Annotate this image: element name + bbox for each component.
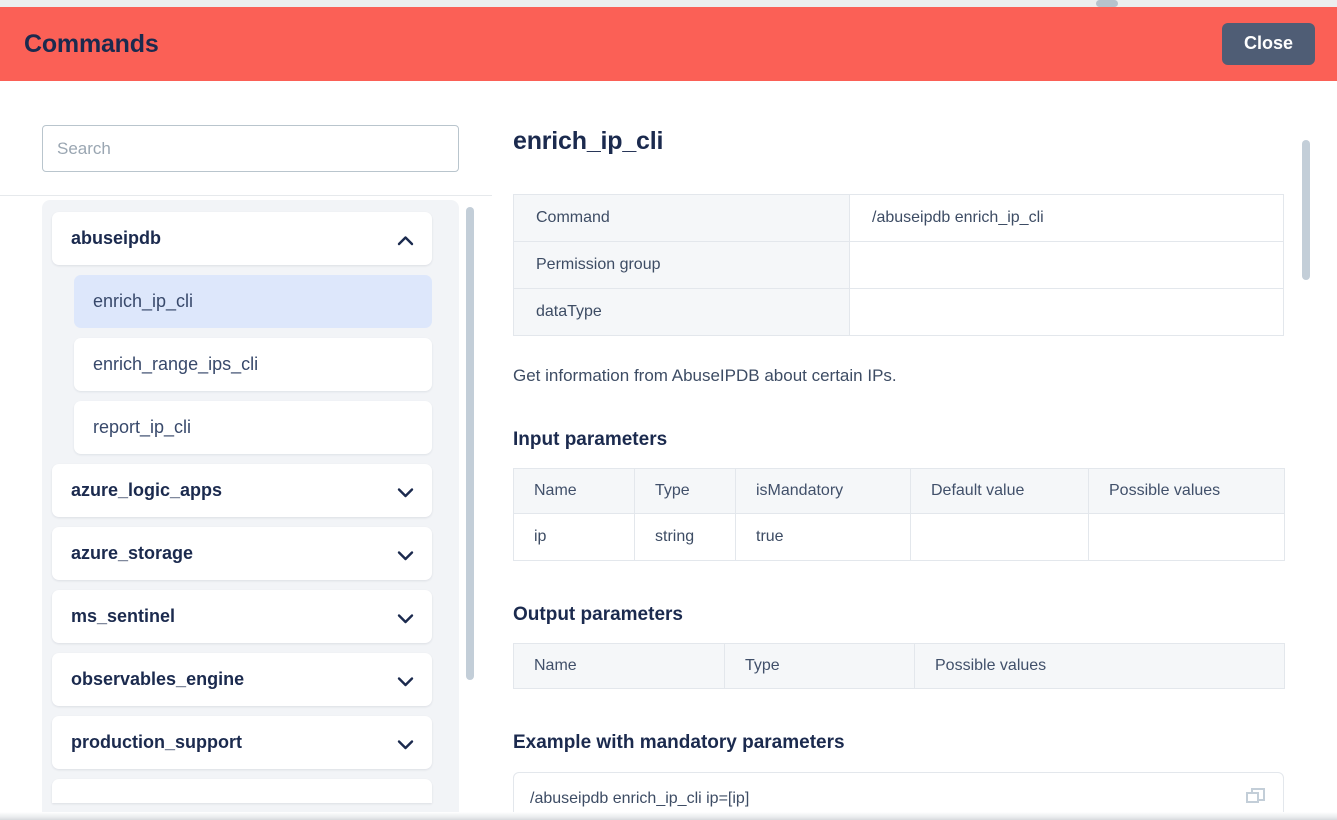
sidebar-scrollbar-thumb[interactable]: [466, 207, 474, 680]
accordion-label: abuseipdb: [71, 228, 162, 248]
command-item-label: enrich_ip_cli: [93, 291, 194, 311]
table-row: Permission group: [513, 241, 1284, 289]
top-scrollbar-track[interactable]: [0, 0, 1337, 7]
command-description: Get information from AbuseIPDB about cer…: [513, 366, 897, 385]
table-row: ip string true: [513, 513, 1285, 561]
command-detail-panel: enrich_ip_cli Command/abuseipdb enrich_i…: [492, 81, 1337, 812]
command-item-enrich_range_ips_cli[interactable]: enrich_range_ips_cli: [74, 338, 432, 391]
table-cell: ip: [513, 513, 635, 561]
command-item-enrich_ip_cli[interactable]: enrich_ip_cli: [74, 275, 432, 328]
search-input[interactable]: [42, 125, 459, 172]
top-scrollbar-thumb[interactable]: [1096, 0, 1118, 7]
table-cell: [1088, 513, 1285, 561]
close-button[interactable]: Close: [1221, 23, 1315, 65]
page-title: Commands: [24, 29, 159, 58]
example-code-text: /abuseipdb enrich_ip_cli ip=[ip]: [530, 790, 750, 807]
chevron-down-icon[interactable]: [397, 611, 414, 624]
modal-header: Commands Close: [0, 7, 1337, 81]
chevron-down-icon[interactable]: [397, 674, 414, 687]
column-header: Type: [724, 643, 915, 689]
commands-list-panel: abuseipdb enrich_ip_cli enrich_range_ips_c…: [42, 200, 459, 812]
accordion-header-abuseipdb[interactable]: abuseipdb: [52, 212, 432, 265]
column-header: Name: [513, 468, 635, 514]
bottom-edge-shadow: [0, 812, 1337, 820]
table-cell: true: [735, 513, 911, 561]
search-zone: [0, 81, 492, 196]
chevron-down-icon[interactable]: [397, 485, 414, 498]
command-item-label: report_ip_cli: [93, 417, 192, 437]
modal-body: abuseipdb enrich_ip_cli enrich_range_ips_c…: [0, 81, 1337, 812]
commands-modal: Commands Close abuseipdbenrich_ip_clienr…: [0, 0, 1337, 820]
table-row: dataType: [513, 288, 1284, 336]
table-cell: [910, 513, 1089, 561]
chevron-down-icon[interactable]: [397, 737, 414, 750]
command-detail-content: enrich_ip_cli Command/abuseipdb enrich_i…: [492, 81, 1292, 812]
accordion-header-azure_logic_apps[interactable]: azure_logic_apps: [52, 464, 432, 517]
accordion-label: production_support: [71, 732, 242, 752]
column-header: Name: [513, 643, 725, 689]
meta-value: /abuseipdb enrich_ip_cli: [849, 194, 1284, 242]
input-parameters-heading: Input parameters: [513, 429, 668, 450]
commands-list: abuseipdb enrich_ip_cli enrich_range_ips_c…: [42, 200, 442, 803]
table-cell: string: [634, 513, 736, 561]
example-code-box[interactable]: /abuseipdb enrich_ip_cli ip=[ip]: [513, 772, 1284, 812]
command-name-heading: enrich_ip_cli: [513, 127, 664, 155]
meta-key: Permission group: [513, 241, 850, 289]
column-header: Possible values: [914, 643, 1285, 689]
example-heading: Example with mandatory parameters: [513, 732, 845, 753]
detail-scrollbar-thumb[interactable]: [1302, 140, 1310, 280]
output-parameters-heading: Output parameters: [513, 604, 683, 625]
accordion-header-partial[interactable]: [52, 779, 432, 803]
command-item-label: enrich_range_ips_cli: [93, 354, 259, 374]
meta-key: Command: [513, 194, 850, 242]
meta-key: dataType: [513, 288, 850, 336]
meta-value: [849, 241, 1284, 289]
accordion-label: observables_engine: [71, 669, 245, 689]
table-row: Command/abuseipdb enrich_ip_cli: [513, 194, 1284, 242]
accordion-label: azure_storage: [71, 543, 194, 563]
output-parameters-table: Name Type Possible values: [513, 643, 1285, 689]
commands-sidebar: abuseipdb enrich_ip_cli enrich_range_ips_c…: [0, 81, 492, 812]
accordion-header-production_support[interactable]: production_support: [52, 716, 432, 769]
column-header: Possible values: [1088, 468, 1285, 514]
accordion-header-observables_engine[interactable]: observables_engine: [52, 653, 432, 706]
accordion-header-ms_sentinel[interactable]: ms_sentinel: [52, 590, 432, 643]
meta-value: [849, 288, 1284, 336]
column-header: Type: [634, 468, 736, 514]
command-meta-table: Command/abuseipdb enrich_ip_cli Permissio…: [513, 194, 1284, 336]
column-header: Default value: [910, 468, 1089, 514]
accordion-label: azure_logic_apps: [71, 480, 223, 500]
copy-icon[interactable]: [1245, 786, 1267, 808]
chevron-up-icon[interactable]: [397, 233, 414, 246]
column-header: isMandatory: [735, 468, 911, 514]
chevron-down-icon[interactable]: [397, 548, 414, 561]
input-parameters-table: Name Type isMandatory Default value Possible…: [513, 468, 1285, 561]
command-item-report_ip_cli[interactable]: report_ip_cli: [74, 401, 432, 454]
accordion-header-azure_storage[interactable]: azure_storage: [52, 527, 432, 580]
accordion-label: ms_sentinel: [71, 606, 176, 626]
